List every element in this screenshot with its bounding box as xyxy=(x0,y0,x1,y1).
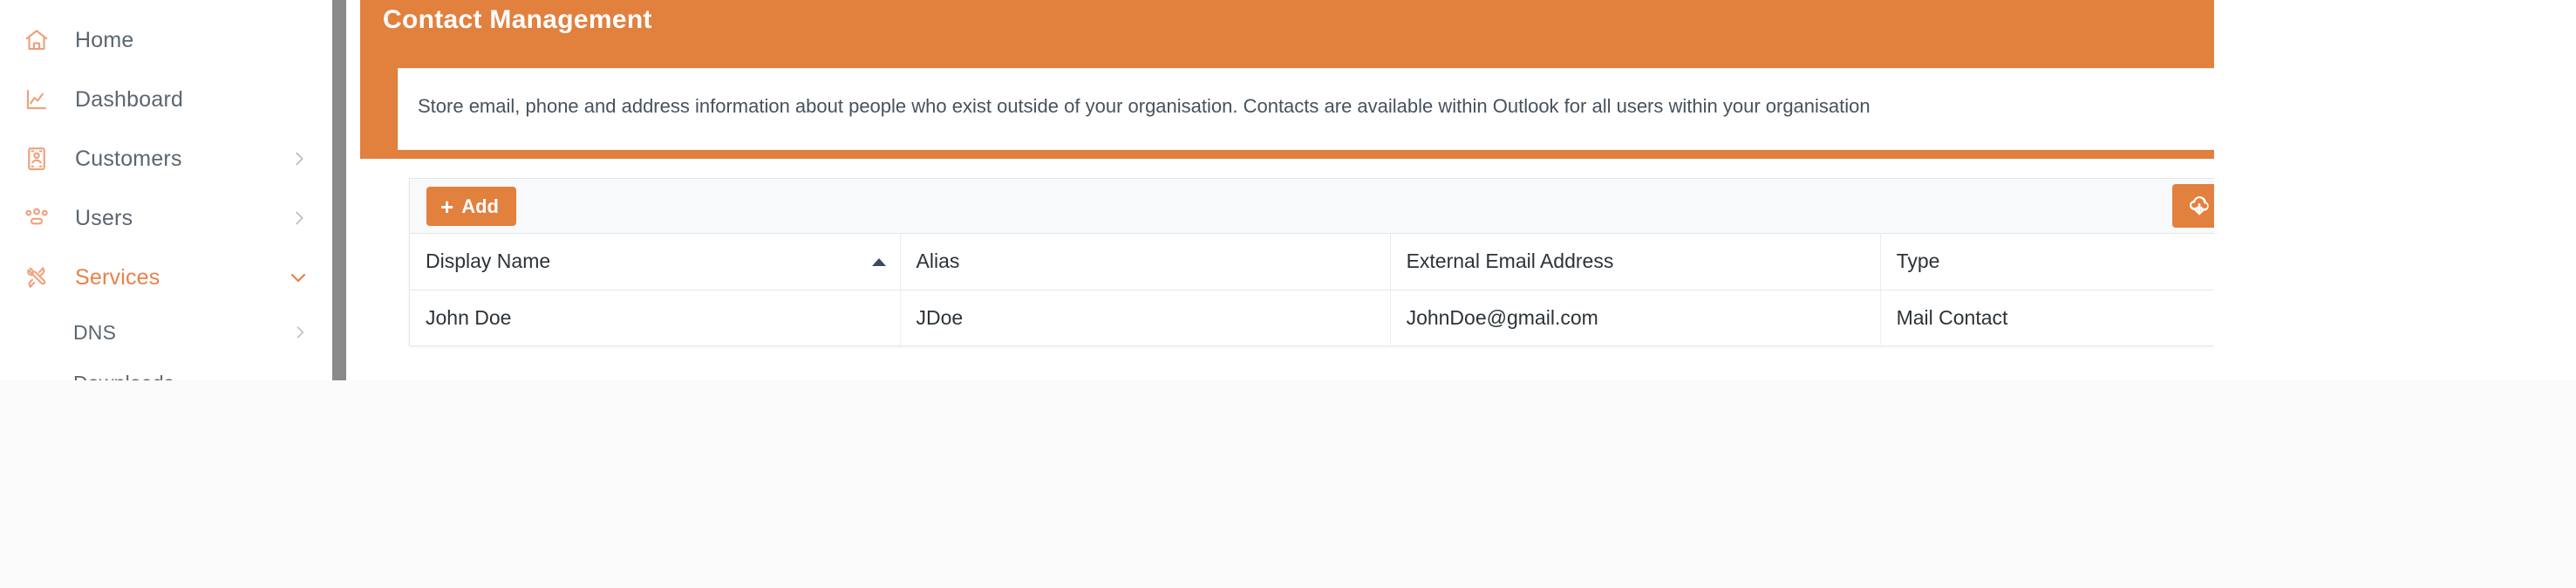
right-rail-middle xyxy=(2214,159,2576,380)
cloud-download-icon xyxy=(2186,192,2212,221)
sidebar-item-label: DNS xyxy=(73,320,117,344)
chevron-right-icon xyxy=(290,209,309,228)
sidebar-item-label: Home xyxy=(75,27,134,52)
sidebar-item-dashboard[interactable]: Dashboard xyxy=(0,70,331,129)
sidebar-item-dns[interactable]: DNS xyxy=(0,307,331,358)
column-header-label: Type xyxy=(1896,250,1940,273)
add-button[interactable]: + Add xyxy=(426,187,516,226)
table-row[interactable]: John Doe JDoe JohnDoe@gmail.com Mail Con… xyxy=(410,290,2527,345)
column-header-alias[interactable]: Alias xyxy=(900,234,1391,291)
sidebar-item-label: Dashboard xyxy=(75,86,184,112)
sidebar-item-label: Services xyxy=(75,264,160,290)
column-header-label: Display Name xyxy=(426,250,551,273)
sort-ascending-icon xyxy=(871,257,886,266)
sidebar-item-services[interactable]: Services xyxy=(0,248,331,307)
page-title: Contact Management xyxy=(383,5,652,34)
sidebar-item-label: Users xyxy=(75,205,133,230)
chevron-right-icon xyxy=(290,149,309,168)
cell-alias: JDoe xyxy=(900,290,1391,345)
chevron-right-icon xyxy=(291,324,309,341)
chart-line-icon xyxy=(19,86,54,113)
column-header-external-email-address[interactable]: External Email Address xyxy=(1390,234,1881,291)
plus-icon: + xyxy=(440,193,454,220)
users-group-icon xyxy=(19,205,54,231)
column-header-label: Alias xyxy=(916,250,960,273)
cell-external-email: JohnDoe@gmail.com xyxy=(1390,290,1881,345)
chevron-down-icon xyxy=(288,267,309,288)
page-background-below xyxy=(0,380,2576,588)
app-root: Home Dashboard Customers Users Services … xyxy=(0,0,2576,588)
add-button-label: Add xyxy=(461,195,499,217)
column-header-label: External Email Address xyxy=(1406,250,1614,273)
tools-icon xyxy=(19,264,54,291)
contacts-table-card: + Add Search Display Name Alias External… xyxy=(409,178,2538,346)
sidebar-item-customers[interactable]: Customers xyxy=(0,129,331,188)
right-rail-top xyxy=(2214,0,2576,159)
column-header-display-name[interactable]: Display Name xyxy=(410,234,901,291)
home-icon xyxy=(19,27,54,53)
sidebar-item-home[interactable]: Home xyxy=(0,10,331,70)
id-card-icon xyxy=(19,146,54,172)
cell-display-name: John Doe xyxy=(410,290,901,345)
table-header-row: Display Name Alias External Email Addres… xyxy=(410,234,2527,291)
sidebar-item-label: Customers xyxy=(75,146,182,171)
sidebar-item-users[interactable]: Users xyxy=(0,188,331,248)
description-text: Store email, phone and address informati… xyxy=(418,95,1871,117)
contacts-table: Display Name Alias External Email Addres… xyxy=(410,234,2527,345)
table-toolbar: + Add xyxy=(410,179,2538,234)
